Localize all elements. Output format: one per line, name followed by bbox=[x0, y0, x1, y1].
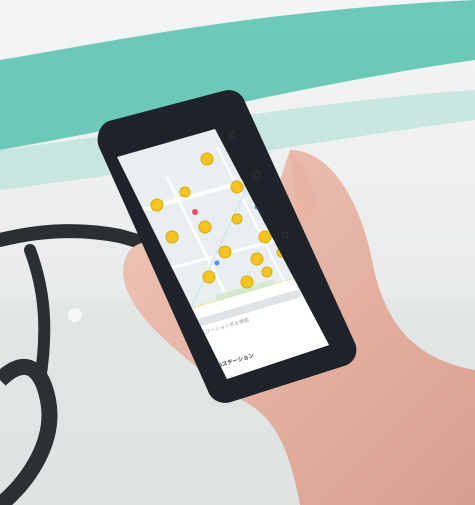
station-marker[interactable] bbox=[150, 198, 164, 212]
station-marker[interactable] bbox=[200, 152, 214, 166]
station-marker[interactable] bbox=[261, 266, 273, 278]
station-marker[interactable] bbox=[258, 230, 272, 244]
station-marker[interactable] bbox=[179, 186, 191, 198]
station-marker[interactable] bbox=[230, 180, 244, 194]
station-marker[interactable] bbox=[218, 245, 232, 259]
station-marker[interactable] bbox=[231, 213, 243, 225]
photo-scene: 住所、ステーション名を検索 すべてのステーション bbox=[0, 0, 475, 505]
station-marker[interactable] bbox=[240, 275, 254, 289]
station-marker[interactable] bbox=[250, 252, 264, 266]
station-marker[interactable] bbox=[198, 220, 212, 234]
station-marker[interactable] bbox=[202, 270, 216, 284]
station-marker[interactable] bbox=[165, 230, 179, 244]
smartphone: 住所、ステーション名を検索 すべてのステーション bbox=[97, 90, 357, 403]
